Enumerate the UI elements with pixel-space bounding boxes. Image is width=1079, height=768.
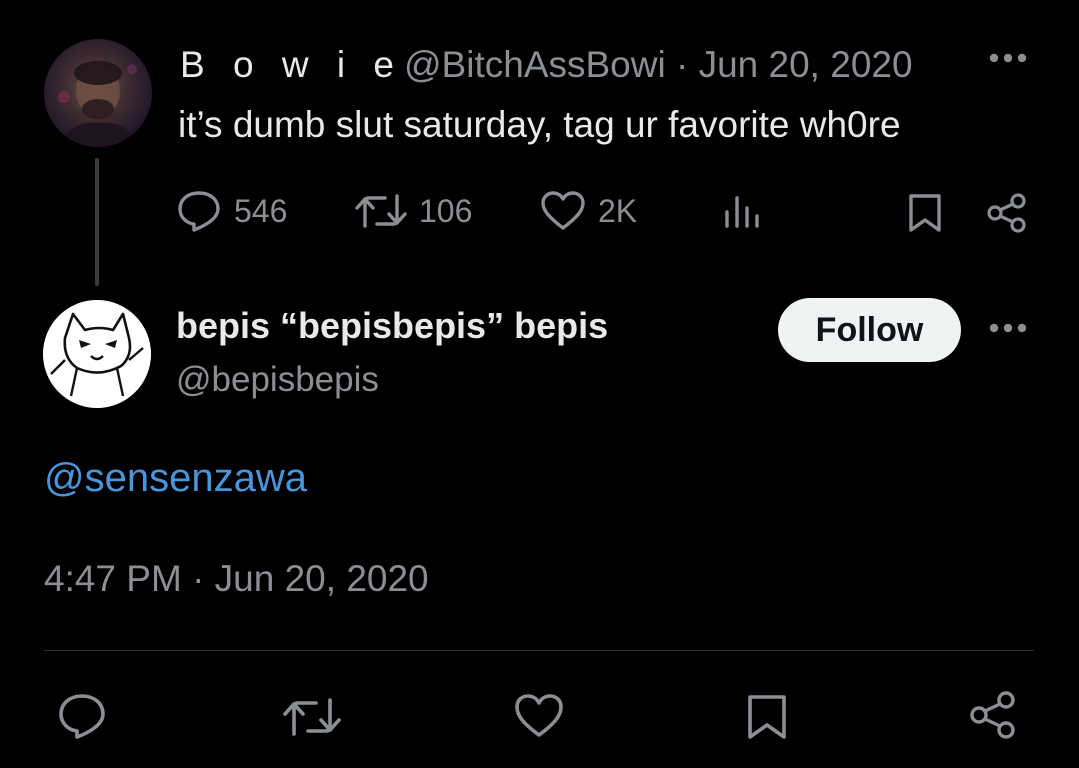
reply-avatar[interactable] [43, 300, 151, 408]
bookmark-icon[interactable] [745, 692, 789, 742]
retweet-icon [355, 190, 407, 232]
bookmark-icon[interactable] [906, 192, 944, 234]
mention-link[interactable]: @sensenzawa [44, 456, 307, 501]
reply-display-name[interactable]: bepis “bepisbepis” bepis [176, 305, 608, 347]
reply-count: 546 [234, 192, 288, 229]
parent-tweet-text: it’s dumb slut saturday, tag ur favorite… [178, 104, 901, 145]
thread-connector-line [95, 158, 99, 286]
parent-like-button[interactable]: 2K [540, 190, 637, 232]
parent-retweet-button[interactable]: 106 [355, 190, 472, 232]
parent-views-button[interactable] [723, 194, 763, 230]
like-icon [540, 190, 586, 232]
retweet-icon[interactable] [283, 694, 341, 740]
parent-handle[interactable]: @BitchAssBowi [404, 44, 666, 85]
retweet-count: 106 [419, 192, 473, 229]
follow-button[interactable]: Follow [778, 298, 961, 362]
meta-separator: · [675, 44, 689, 85]
divider [44, 650, 1034, 651]
reply-handle[interactable]: @bepisbepis [176, 360, 379, 400]
like-icon[interactable] [513, 692, 565, 740]
share-icon[interactable] [986, 192, 1028, 234]
parent-reply-button[interactable]: 546 [176, 190, 287, 232]
parent-date[interactable]: Jun 20, 2020 [699, 44, 913, 85]
more-icon[interactable] [988, 52, 1028, 64]
more-icon[interactable] [988, 322, 1028, 334]
share-icon[interactable] [968, 690, 1018, 740]
views-icon [723, 194, 763, 230]
reply-icon[interactable] [56, 692, 108, 740]
parent-avatar[interactable] [44, 39, 152, 147]
parent-display-name[interactable]: B o w i e [180, 44, 403, 86]
like-count: 2K [598, 192, 638, 229]
reply-timestamp[interactable]: 4:47 PM · Jun 20, 2020 [44, 558, 429, 600]
parent-meta: @BitchAssBowi · Jun 20, 2020 [404, 44, 913, 86]
reply-icon [176, 190, 222, 232]
